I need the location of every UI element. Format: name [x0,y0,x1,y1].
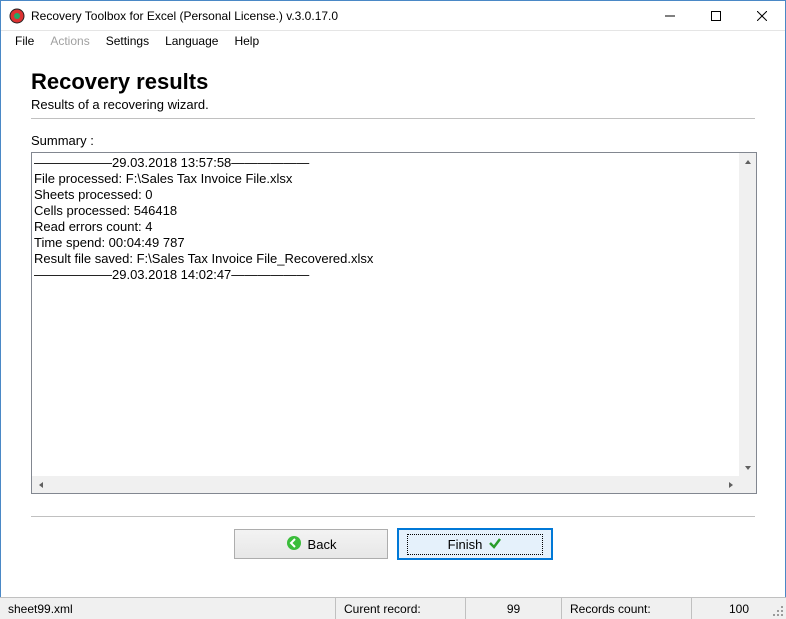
status-current-label: Curent record: [336,598,466,619]
scroll-up-icon[interactable] [739,153,756,170]
log-text[interactable]: ——————29.03.2018 13:57:58—————— File pro… [32,153,756,476]
window-controls [647,1,785,30]
status-records-value: 100 [692,598,786,619]
menu-settings[interactable]: Settings [98,32,157,50]
log-line: Sheets processed: 0 [34,187,754,203]
close-button[interactable] [739,1,785,30]
vertical-scrollbar[interactable] [739,153,756,476]
statusbar: sheet99.xml Curent record: 99 Records co… [0,597,786,619]
scroll-corner [739,476,756,493]
content-area: Recovery results Results of a recovering… [1,51,785,571]
status-file: sheet99.xml [0,598,336,619]
status-current-value: 99 [466,598,562,619]
scroll-left-icon[interactable] [32,476,49,493]
log-line: ——————29.03.2018 13:57:58—————— [34,155,754,171]
back-arrow-icon [286,535,302,554]
menu-file[interactable]: File [7,32,42,50]
log-line: Cells processed: 546418 [34,203,754,219]
log-box: ——————29.03.2018 13:57:58—————— File pro… [31,152,757,494]
log-line: File processed: F:\Sales Tax Invoice Fil… [34,171,754,187]
separator [31,118,755,119]
log-line: Result file saved: F:\Sales Tax Invoice … [34,251,754,267]
page-subtitle: Results of a recovering wizard. [31,97,755,112]
scroll-down-icon[interactable] [739,459,756,476]
resize-grip-icon[interactable] [772,605,784,617]
menubar: File Actions Settings Language Help [1,31,785,51]
scroll-right-icon[interactable] [722,476,739,493]
menu-actions: Actions [42,32,97,50]
horizontal-scrollbar[interactable] [32,476,739,493]
status-records-value-text: 100 [729,602,749,616]
back-button[interactable]: Back [234,529,388,559]
status-records-label: Records count: [562,598,692,619]
log-line: ——————29.03.2018 14:02:47—————— [34,267,754,283]
maximize-button[interactable] [693,1,739,30]
app-icon [9,8,25,24]
back-label: Back [308,537,337,552]
window-title: Recovery Toolbox for Excel (Personal Lic… [31,9,647,23]
check-icon [488,536,502,553]
menu-help[interactable]: Help [226,32,267,50]
menu-language[interactable]: Language [157,32,226,50]
summary-label: Summary : [31,133,755,148]
page-title: Recovery results [31,69,755,95]
finish-button[interactable]: Finish [398,529,552,559]
button-bar: Back Finish [31,516,755,571]
log-line: Time spend: 00:04:49 787 [34,235,754,251]
log-line: Read errors count: 4 [34,219,754,235]
minimize-button[interactable] [647,1,693,30]
titlebar: Recovery Toolbox for Excel (Personal Lic… [1,1,785,31]
finish-label: Finish [448,537,483,552]
